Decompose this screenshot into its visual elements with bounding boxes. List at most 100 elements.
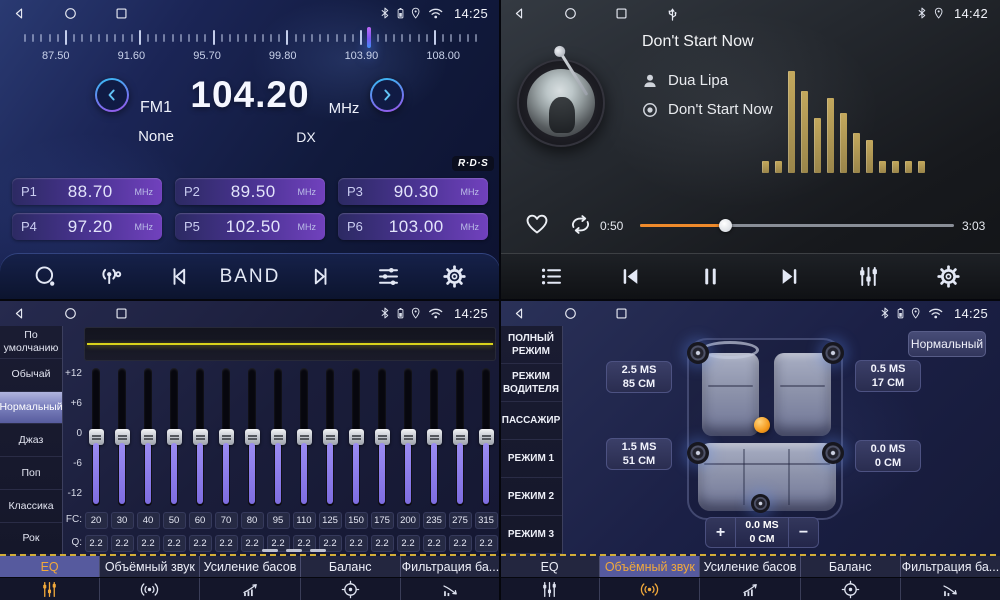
band-button[interactable]: BAND [220,266,281,288]
previous-icon[interactable] [153,264,203,289]
rear-left-delay[interactable]: 1.5 MS 51 CM [606,438,672,470]
home-icon[interactable] [563,306,578,321]
eq-slider-track[interactable] [118,368,126,506]
previous-track-icon[interactable] [606,264,656,289]
back-icon[interactable] [12,306,27,321]
eq-slider-track[interactable] [430,368,438,506]
tab-surround-sound[interactable]: Объёмный звук [600,556,700,577]
tab-balance[interactable]: Баланс [301,556,401,577]
eq-preset-item[interactable]: Обычай [0,359,62,392]
fc-value[interactable]: 80 [241,512,264,529]
bass-boost-icon[interactable] [200,578,300,600]
increase-delay-button[interactable]: + [706,518,735,547]
fc-value[interactable]: 200 [397,512,420,529]
rear-right-delay[interactable]: 0.0 MS 0 CM [855,440,921,472]
fc-value[interactable]: 275 [449,512,472,529]
fc-value[interactable]: 70 [215,512,238,529]
rear-right-speaker-icon[interactable] [822,442,844,464]
bass-filter-icon[interactable] [901,578,1000,600]
home-icon[interactable] [563,6,578,21]
fc-value[interactable]: 30 [111,512,134,529]
eq-preset-item[interactable]: Джаз [0,424,62,457]
rear-left-speaker-icon[interactable] [687,442,709,464]
surround-sound-icon[interactable] [600,578,700,600]
sound-profile-button[interactable]: Нормальный [908,331,986,357]
eq-slider-track[interactable] [352,368,360,506]
q-value[interactable]: 2.2 [397,535,420,552]
fc-value[interactable]: 60 [189,512,212,529]
eq-slider-track[interactable] [222,368,230,506]
q-value[interactable]: 2.2 [449,535,472,552]
eq-slider-track[interactable] [248,368,256,506]
seek-bar-knob[interactable] [719,219,732,232]
tab-bass-boost[interactable]: Усиление басов [200,556,300,577]
fc-value[interactable]: 125 [319,512,342,529]
frequency-dial[interactable] [0,29,500,47]
q-value[interactable]: 2.2 [85,535,108,552]
tab-bass-filter[interactable]: Фильтрация ба... [901,556,1000,577]
front-right-delay[interactable]: 0.5 MS 17 CM [855,360,921,392]
preset-button-P1[interactable]: P188.70MHz [12,178,162,205]
eq-slider-track[interactable] [300,368,308,506]
listener-position-marker[interactable] [754,417,770,433]
q-value[interactable]: 2.2 [241,535,264,552]
balance-icon[interactable] [801,578,901,600]
eq-preset-item[interactable]: Нормальный [0,392,62,425]
preset-button-P6[interactable]: P6103.00MHz [338,213,488,240]
bass-boost-icon[interactable] [700,578,800,600]
recents-icon[interactable] [614,306,629,321]
q-value[interactable]: 2.2 [423,535,446,552]
eq-slider-track[interactable] [196,368,204,506]
eq-preset-item[interactable]: Классика [0,490,62,523]
q-value[interactable]: 2.2 [345,535,368,552]
recents-icon[interactable] [114,6,129,21]
fc-value[interactable]: 175 [371,512,394,529]
listening-mode-item[interactable]: ПОЛНЫЙ РЕЖИМ [500,326,562,364]
eq-slider-track[interactable] [170,368,178,506]
back-icon[interactable] [512,6,527,21]
fc-value[interactable]: 20 [85,512,108,529]
tab-surround-sound[interactable]: Объёмный звук [100,556,200,577]
eq-preset-item[interactable]: Рок [0,523,62,554]
next-track-icon[interactable] [765,264,815,289]
fc-value[interactable]: 95 [267,512,290,529]
eq-slider-track[interactable] [482,368,490,506]
preset-button-P5[interactable]: P5102.50MHz [175,213,325,240]
fc-value[interactable]: 315 [475,512,498,529]
back-icon[interactable] [12,6,27,21]
listening-mode-item[interactable]: РЕЖИМ ВОДИТЕЛЯ [500,364,562,402]
tab-bass-boost[interactable]: Усиление басов [700,556,800,577]
q-value[interactable]: 2.2 [371,535,394,552]
repeat-button[interactable] [568,212,593,237]
fc-value[interactable]: 235 [423,512,446,529]
eq-sliders-icon[interactable] [0,578,100,600]
home-icon[interactable] [63,6,78,21]
seek-bar[interactable] [640,224,954,227]
usb-icon[interactable] [665,6,680,21]
pause-icon[interactable] [685,264,735,289]
favorite-button[interactable] [524,211,550,237]
listening-mode-item[interactable]: РЕЖИМ 1 [500,440,562,478]
back-icon[interactable] [512,306,527,321]
tuner-settings-icon[interactable] [363,264,413,289]
balance-icon[interactable] [301,578,401,600]
tab-balance[interactable]: Баланс [801,556,901,577]
eq-slider-track[interactable] [378,368,386,506]
horizontal-scrollbar[interactable] [262,549,326,552]
q-value[interactable]: 2.2 [475,535,498,552]
fc-value[interactable]: 110 [293,512,316,529]
preset-button-P3[interactable]: P390.30MHz [338,178,488,205]
subwoofer-icon[interactable] [751,494,770,513]
bass-filter-icon[interactable] [401,578,500,600]
home-icon[interactable] [63,306,78,321]
settings-icon[interactable] [430,264,480,289]
recents-icon[interactable] [114,306,129,321]
preset-button-P4[interactable]: P497.20MHz [12,213,162,240]
listening-mode-item[interactable]: РЕЖИМ 2 [500,478,562,516]
search-icon[interactable] [20,264,70,289]
q-value[interactable]: 2.2 [215,535,238,552]
eq-slider-track[interactable] [144,368,152,506]
playlist-icon[interactable] [527,264,577,289]
preset-button-P2[interactable]: P289.50MHz [175,178,325,205]
q-value[interactable]: 2.2 [189,535,212,552]
